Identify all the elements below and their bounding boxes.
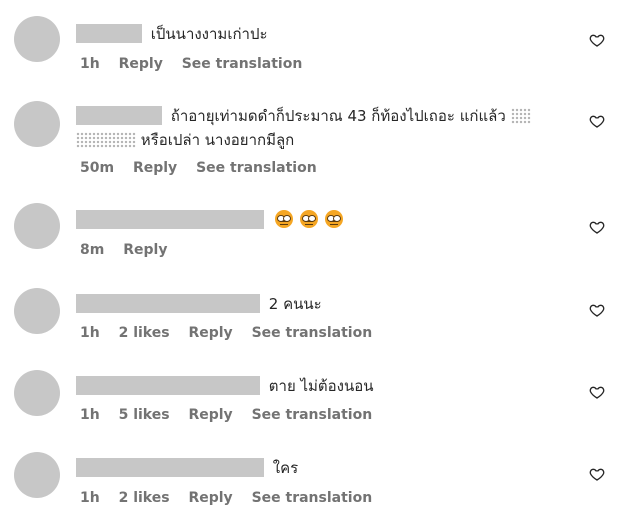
heart-outline-icon[interactable]	[589, 302, 605, 318]
comment-text: เป็นนางงามเก่าปะ	[150, 25, 268, 43]
reply-button[interactable]: Reply	[188, 490, 232, 506]
avatar[interactable]	[14, 203, 60, 249]
heart-outline-icon[interactable]	[589, 32, 605, 48]
see-translation-link[interactable]: See translation	[252, 490, 373, 506]
comment-item: ถ้าอายุเท่ามดดำก็ประมาณ 43 ก็ท้องไปเถอะ …	[0, 101, 619, 191]
comment-text: 2 คนนะ	[268, 295, 322, 313]
comment-body: 2 คนนะ	[76, 293, 559, 315]
comment-meta: 1h 2 likes Reply See translation	[80, 490, 386, 506]
comment-body: เป็นนางงามเก่าปะ	[76, 23, 559, 45]
heart-outline-icon[interactable]	[589, 113, 605, 129]
pixelated-emoji	[510, 108, 531, 124]
redacted-username[interactable]	[76, 294, 260, 313]
comment-meta: 1h Reply See translation	[80, 56, 316, 72]
redacted-username[interactable]	[76, 458, 264, 477]
comment-time: 1h	[80, 56, 100, 72]
comment-item: 2 คนนะ 1h 2 likes Reply See translation	[0, 288, 619, 368]
comment-item: ตาย ไม่ต้องนอน 1h 5 likes Reply See tran…	[0, 370, 619, 450]
comment-meta: 1h 5 likes Reply See translation	[80, 407, 386, 423]
reply-button[interactable]: Reply	[188, 407, 232, 423]
redacted-username[interactable]	[76, 210, 264, 229]
comment-body: ถ้าอายุเท่ามดดำก็ประมาณ 43 ก็ท้องไปเถอะ …	[76, 104, 559, 152]
see-translation-link[interactable]: See translation	[252, 407, 373, 423]
comment-time: 1h	[80, 325, 100, 341]
grimacing-face-emoji	[299, 210, 318, 228]
avatar[interactable]	[14, 452, 60, 498]
comment-body: ตาย ไม่ต้องนอน	[76, 375, 559, 397]
comment-text: ตาย ไม่ต้องนอน	[268, 377, 374, 395]
see-translation-link[interactable]: See translation	[196, 160, 317, 176]
see-translation-link[interactable]: See translation	[182, 56, 303, 72]
comment-text: ใคร	[272, 459, 299, 477]
redacted-username[interactable]	[76, 376, 260, 395]
heart-outline-icon[interactable]	[589, 219, 605, 235]
comment-text-line1: ถ้าอายุเท่ามดดำก็ประมาณ 43 ก็ท้องไปเถอะ …	[170, 107, 506, 125]
see-translation-link[interactable]: See translation	[252, 325, 373, 341]
reply-button[interactable]: Reply	[188, 325, 232, 341]
heart-outline-icon[interactable]	[589, 466, 605, 482]
comment-time: 1h	[80, 407, 100, 423]
pixelated-emoji	[76, 132, 136, 148]
grimacing-face-emoji	[274, 210, 293, 228]
comment-time: 1h	[80, 490, 100, 506]
comment-time: 8m	[80, 242, 105, 258]
heart-outline-icon[interactable]	[589, 384, 605, 400]
likes-count[interactable]: 2 likes	[119, 325, 170, 341]
comment-item: เป็นนางงามเก่าปะ 1h Reply See translatio…	[0, 16, 619, 96]
likes-count[interactable]: 2 likes	[119, 490, 170, 506]
reply-button[interactable]: Reply	[119, 56, 163, 72]
avatar[interactable]	[14, 370, 60, 416]
redacted-username[interactable]	[76, 24, 142, 43]
reply-button[interactable]: Reply	[123, 242, 167, 258]
grimacing-face-emoji	[324, 210, 343, 228]
comment-meta: 1h 2 likes Reply See translation	[80, 325, 386, 341]
reply-button[interactable]: Reply	[133, 160, 177, 176]
comment-text-line2: หรือเปล่า นางอยากมีลูก	[140, 131, 295, 149]
avatar[interactable]	[14, 101, 60, 147]
avatar[interactable]	[14, 288, 60, 334]
likes-count[interactable]: 5 likes	[119, 407, 170, 423]
comment-item: ใคร 1h 2 likes Reply See translation	[0, 452, 619, 532]
comment-body: ใคร	[76, 457, 559, 479]
comment-body	[76, 209, 559, 231]
redacted-username[interactable]	[76, 106, 162, 125]
comment-meta: 50m Reply See translation	[80, 160, 331, 176]
avatar[interactable]	[14, 16, 60, 62]
comment-item: 8m Reply	[0, 203, 619, 283]
comment-meta: 8m Reply	[80, 242, 181, 258]
comment-time: 50m	[80, 160, 115, 176]
